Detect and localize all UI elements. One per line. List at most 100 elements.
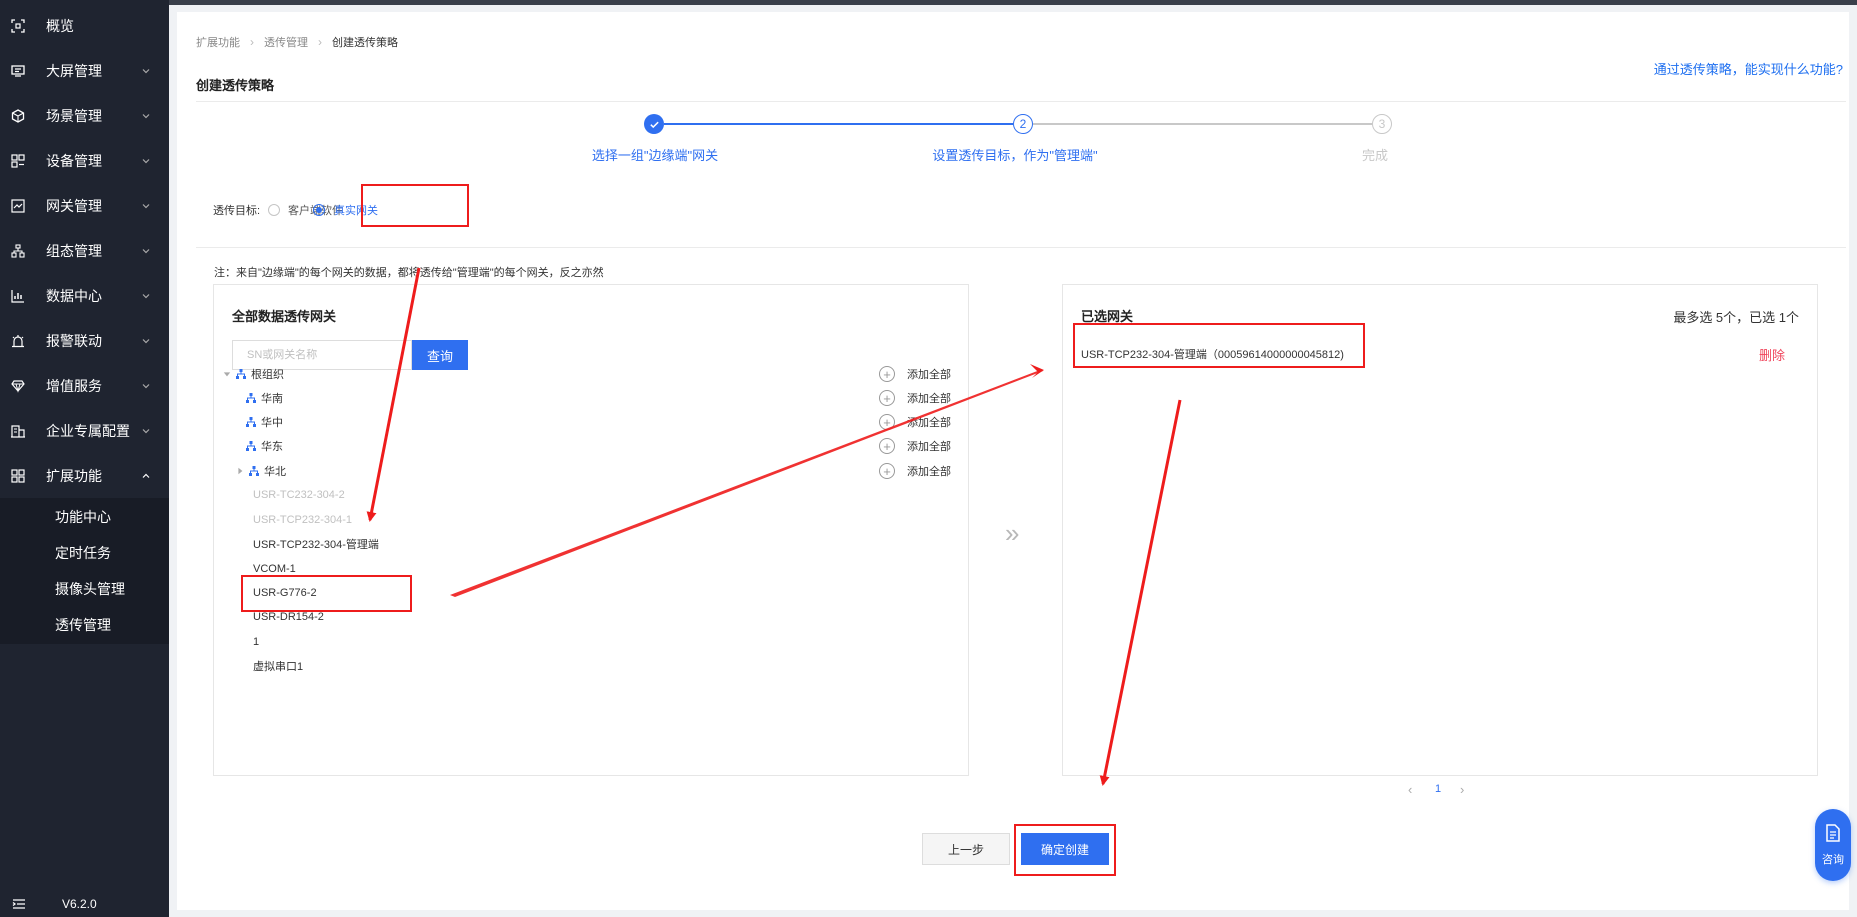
sidebar-item-screen[interactable]: 大屏管理 [0, 49, 169, 93]
consult-button[interactable]: 咨询 [1815, 809, 1851, 881]
chevron-down-icon [141, 426, 151, 436]
sidebar-item-label: 场景管理 [46, 108, 102, 124]
version-label: V6.2.0 [62, 897, 97, 911]
sidebar-item-enterprise[interactable]: 企业专属配置 [0, 409, 169, 453]
add-all-group[interactable]: + 添加全部 [879, 435, 951, 457]
note-text: 注：来自"边缘端"的每个网关的数据，都将透传给"管理端"的每个网关，反之亦然 [214, 267, 604, 279]
confirm-create-button[interactable]: 确定创建 [1021, 833, 1109, 865]
selected-gateways-panel: 已选网关 最多选 5个，已选 1个 USR-TCP232-304-管理端（000… [1062, 284, 1818, 776]
alarm-icon [10, 333, 26, 349]
gateway-item[interactable]: USR-G776-2 [253, 582, 317, 604]
chevron-down-icon [141, 66, 151, 76]
target-label: 透传目标: [213, 205, 261, 217]
help-link[interactable]: 通过透传策略，能实现什么功能? [1654, 59, 1843, 78]
all-gateways-panel: 全部数据透传网关 查询 根组织 +添加全部 华南 +添加全部 华中 +添加全部 … [213, 284, 969, 776]
gateway-item[interactable]: VCOM-1 [253, 558, 296, 580]
gateway-item[interactable]: 1 [253, 631, 259, 653]
pagination-page[interactable]: 1 [1435, 783, 1441, 795]
add-all-root[interactable]: + 添加全部 [879, 363, 951, 385]
sidebar-item-overview[interactable]: 概览 [0, 4, 169, 48]
sidebar-item-label: 设备管理 [46, 153, 102, 169]
sidebar-item-device[interactable]: 设备管理 [0, 139, 169, 183]
sidebar-item-value-added[interactable]: 增值服务 [0, 364, 169, 408]
panel-title: 已选网关 [1081, 309, 1134, 324]
gateway-item[interactable]: USR-DR154-2 [253, 606, 324, 628]
topology-icon [10, 243, 26, 259]
sidebar-item-label: 增值服务 [46, 378, 102, 394]
step-3-indicator: 3 [1372, 114, 1392, 134]
divider [196, 101, 1846, 102]
step-2-label: 设置透传目标，作为"管理端" [932, 148, 1098, 163]
sidebar-item-data-center[interactable]: 数据中心 [0, 274, 169, 318]
sidebar-subitem-camera[interactable]: 摄像头管理 [0, 571, 169, 607]
gateway-icon [10, 198, 26, 214]
tree-node-group[interactable]: 华中 [246, 411, 283, 433]
sidebar-item-alarm[interactable]: 报警联动 [0, 319, 169, 363]
gateway-item[interactable]: USR-TCP232-304-管理端 [253, 533, 379, 555]
page-title: 创建透传策略 [196, 78, 275, 93]
tree-node-root[interactable]: 根组织 [222, 363, 284, 385]
pagination-next[interactable]: › [1460, 782, 1464, 797]
step-3-label: 完成 [1361, 148, 1389, 163]
sidebar-item-label: 数据中心 [46, 288, 102, 304]
sidebar-subitem-passthrough[interactable]: 透传管理 [0, 607, 169, 643]
add-all-group[interactable]: + 添加全部 [879, 387, 951, 409]
org-tree-icon [236, 369, 246, 379]
sidebar-item-extensions[interactable]: 扩展功能 [0, 454, 169, 498]
chevron-down-icon [141, 291, 151, 301]
org-tree-icon [246, 393, 256, 403]
org-tree-icon [246, 417, 256, 427]
plus-circle-icon[interactable]: + [879, 414, 895, 430]
chevron-down-icon [141, 156, 151, 166]
radio-circle-checked[interactable] [313, 204, 325, 216]
breadcrumb-item[interactable]: 扩展功能 [196, 34, 240, 50]
sidebar: 概览 大屏管理 场景管理 设备管理 网关管理 组态管理 数据中心 报警联动 增值… [0, 0, 169, 917]
add-all-group[interactable]: + 添加全部 [879, 411, 951, 433]
screen-icon [10, 63, 26, 79]
radio-circle[interactable] [268, 204, 280, 216]
org-tree-icon [249, 466, 259, 476]
sidebar-item-label: 概览 [46, 18, 74, 34]
transfer-right-icon: » [1005, 518, 1020, 548]
radio-real-gateway[interactable]: 真实网关 [313, 202, 378, 218]
chevron-down-icon [141, 111, 151, 121]
scene-icon [10, 108, 26, 124]
sidebar-item-topology[interactable]: 组态管理 [0, 229, 169, 273]
sidebar-item-scene[interactable]: 场景管理 [0, 94, 169, 138]
previous-step-button[interactable]: 上一步 [922, 833, 1010, 865]
plus-circle-icon[interactable]: + [879, 366, 895, 382]
plus-circle-icon[interactable]: + [879, 463, 895, 479]
step-1-check-icon [644, 114, 664, 134]
delete-button[interactable]: 删除 [1759, 345, 1785, 364]
tree-node-group[interactable]: 华北 [235, 460, 286, 482]
org-tree-icon [246, 441, 256, 451]
sidebar-subitem-function-center[interactable]: 功能中心 [0, 499, 169, 535]
data-chart-icon [10, 288, 26, 304]
gateway-item[interactable]: 虚拟串口1 [253, 655, 303, 677]
sidebar-item-gateway[interactable]: 网关管理 [0, 184, 169, 228]
add-all-group[interactable]: + 添加全部 [879, 460, 951, 482]
caret-down-icon[interactable] [222, 369, 232, 379]
submenu-extensions: 功能中心 定时任务 摄像头管理 透传管理 [0, 498, 169, 644]
collapse-menu-icon[interactable] [12, 898, 26, 910]
sidebar-item-label: 企业专属配置 [46, 423, 130, 439]
main-content: 扩展功能 › 透传管理 › 创建透传策略 创建透传策略 通过透传策略，能实现什么… [177, 12, 1849, 910]
sidebar-item-label: 大屏管理 [46, 63, 102, 79]
breadcrumb-item[interactable]: 透传管理 [264, 34, 308, 50]
breadcrumb: 扩展功能 › 透传管理 › 创建透传策略 [196, 34, 398, 50]
version-bar: V6.2.0 [0, 891, 169, 917]
chevron-right-icon: › [250, 35, 254, 49]
caret-right-icon[interactable] [235, 466, 245, 476]
top-strip [169, 0, 1857, 5]
chevron-down-icon [141, 201, 151, 211]
breadcrumb-current: 创建透传策略 [332, 37, 398, 49]
tree-node-group[interactable]: 华南 [246, 387, 283, 409]
pagination-prev[interactable]: ‹ [1408, 782, 1412, 797]
sidebar-item-label: 扩展功能 [46, 468, 102, 484]
search-button[interactable]: 查询 [412, 340, 468, 370]
sidebar-subitem-scheduled-tasks[interactable]: 定时任务 [0, 535, 169, 571]
plus-circle-icon[interactable]: + [879, 390, 895, 406]
tree-node-group[interactable]: 华东 [246, 435, 283, 457]
plus-circle-icon[interactable]: + [879, 438, 895, 454]
gateway-item-disabled: USR-TCP232-304-1 [253, 514, 353, 526]
